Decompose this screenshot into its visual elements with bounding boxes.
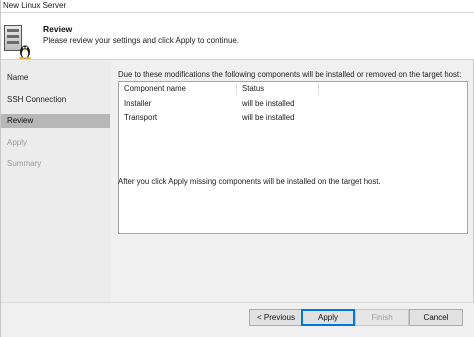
component-name-cell: Transport <box>124 113 158 122</box>
wizard-footer: < Previous Apply Finish Cancel <box>1 302 474 337</box>
components-table[interactable]: Component name Status Installer will be … <box>118 81 468 234</box>
title-bar: New Linux Server <box>1 0 474 13</box>
cancel-button[interactable]: Cancel <box>409 309 463 326</box>
wizard-steps-sidebar: Name SSH Connection Review Apply Summary <box>1 61 111 337</box>
wizard-window: New Linux Server Review Please review yo… <box>0 0 474 337</box>
sidebar-item-summary: Summary <box>7 159 42 168</box>
review-content: Due to these modifications the following… <box>114 61 472 301</box>
column-header-component-name[interactable]: Component name <box>119 83 237 95</box>
after-apply-text: After you click Apply missing components… <box>118 177 381 186</box>
linux-penguin-icon <box>19 45 31 59</box>
table-row[interactable]: Transport will be installed <box>119 111 467 125</box>
sidebar-item-review[interactable]: Review <box>1 114 110 128</box>
status-cell: will be installed <box>242 113 295 122</box>
wizard-header: Review Please review your settings and c… <box>1 13 474 60</box>
window-title: New Linux Server <box>3 1 67 10</box>
table-row[interactable]: Installer will be installed <box>119 97 467 111</box>
status-cell: will be installed <box>242 99 295 108</box>
finish-button: Finish <box>355 309 409 326</box>
component-name-cell: Installer <box>124 99 152 108</box>
page-description: Please review your settings and click Ap… <box>43 36 240 45</box>
sidebar-item-ssh-connection[interactable]: SSH Connection <box>1 93 110 107</box>
sidebar-item-apply: Apply <box>7 138 28 147</box>
page-title: Review <box>43 24 73 34</box>
apply-button[interactable]: Apply <box>301 309 355 326</box>
components-info-text: Due to these modifications the following… <box>118 70 462 79</box>
sidebar-item-name[interactable]: Name <box>1 71 110 85</box>
previous-button[interactable]: < Previous <box>249 309 303 326</box>
column-header-status[interactable]: Status <box>237 83 319 95</box>
